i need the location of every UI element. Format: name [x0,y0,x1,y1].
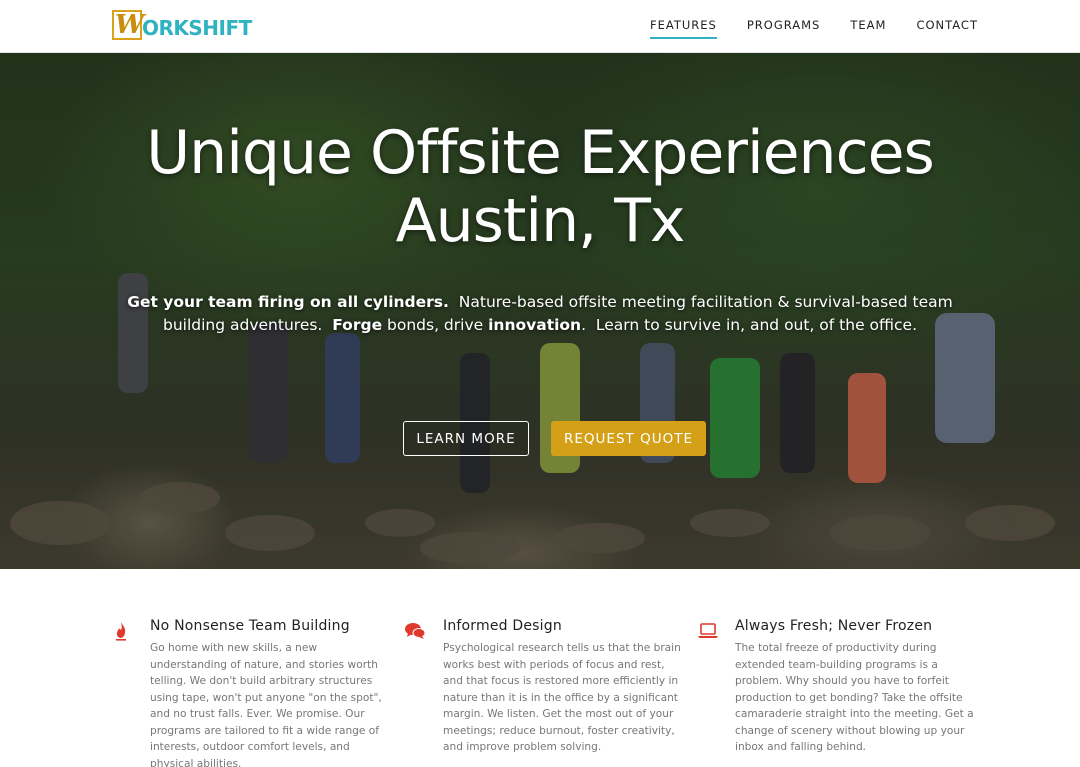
feature-title: Informed Design [443,618,562,634]
nav-item-team[interactable]: TEAM [850,18,886,39]
nav-item-features[interactable]: FEATURES [649,18,717,39]
hero-sub-bold3: innovation [488,316,582,334]
hero-title-line2: Austin, Tx [395,186,686,256]
request-quote-button[interactable]: REQUEST QUOTE [551,421,706,456]
logo-letter: W [115,10,144,40]
nav-item-programs[interactable]: PROGRAMS [747,18,821,39]
feature-card-always-fresh: Always Fresh; Never Frozen The total fre… [735,610,975,756]
hero-sub-text2: bonds, drive [382,316,489,334]
brand-logo[interactable]: W ORKSHIFT [112,10,252,42]
top-navbar: W ORKSHIFT FEATURES PROGRAMS TEAM CONTAC… [0,0,1080,53]
laptop-icon [698,623,718,638]
hero-subtitle: Get your team firing on all cylinders. N… [100,291,980,337]
hero-section: Unique Offsite Experiences Austin, Tx Ge… [0,53,1080,569]
chat-bubbles-icon [405,623,426,639]
feature-card-informed-design: Informed Design Psychological research t… [443,610,683,756]
fire-icon [116,622,126,641]
feature-body: Go home with new skills, a new understan… [150,642,382,767]
nav-item-contact[interactable]: CONTACT [916,18,978,39]
feature-title: Always Fresh; Never Frozen [735,618,933,634]
feature-title: No Nonsense Team Building [150,618,350,634]
learn-more-button[interactable]: LEARN MORE [403,421,529,456]
nav-menu: FEATURES PROGRAMS TEAM CONTACT [649,18,978,39]
hero-sub-bold1: Get your team firing on all cylinders. [127,293,449,311]
hero-sub-bold2: Forge [332,316,383,334]
feature-card-team-building: No Nonsense Team Building Go home with n… [150,610,390,767]
feature-body: The total freeze of productivity during … [735,642,974,753]
hero-sub-text3: . Learn to survive in, and out, of the o… [581,316,917,334]
hero-title-line1: Unique Offsite Experiences [146,118,935,188]
feature-body: Psychological research tells us that the… [443,642,681,753]
logo-wordmark: ORKSHIFT [142,16,252,40]
hero-title: Unique Offsite Experiences Austin, Tx [0,119,1080,255]
